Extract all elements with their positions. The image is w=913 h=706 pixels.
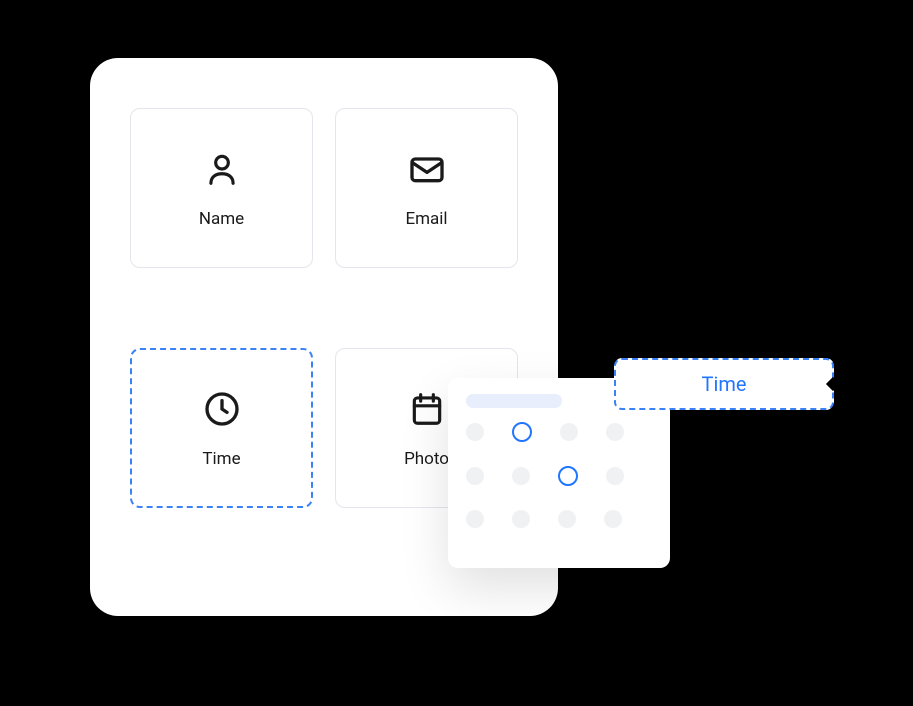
dot[interactable] — [466, 510, 484, 528]
card-time[interactable]: Time — [130, 348, 313, 508]
dot-row — [466, 466, 652, 486]
resize-handle-right[interactable] — [826, 377, 840, 391]
dot[interactable] — [606, 467, 624, 485]
card-name[interactable]: Name — [130, 108, 313, 268]
card-label: Email — [405, 209, 447, 229]
dot-active[interactable] — [512, 422, 532, 442]
card-email[interactable]: Email — [335, 108, 518, 268]
calendar-icon — [405, 387, 449, 431]
envelope-icon — [405, 147, 449, 191]
drag-tag-time[interactable]: Time — [614, 358, 834, 410]
card-label: Time — [202, 449, 240, 469]
card-label: Photo — [404, 449, 449, 469]
dot-active[interactable] — [558, 466, 578, 486]
dot-row — [466, 510, 652, 528]
dot[interactable] — [466, 467, 484, 485]
dot[interactable] — [560, 423, 578, 441]
dot[interactable] — [466, 423, 484, 441]
tag-label: Time — [702, 372, 747, 396]
dot[interactable] — [512, 467, 530, 485]
dot[interactable] — [512, 510, 530, 528]
dot[interactable] — [558, 510, 576, 528]
dot[interactable] — [604, 510, 622, 528]
dot[interactable] — [606, 423, 624, 441]
person-icon — [200, 147, 244, 191]
dot-rows — [466, 422, 652, 528]
card-label: Name — [199, 209, 244, 229]
dot-grid-header-bar — [466, 394, 562, 408]
clock-icon — [200, 387, 244, 431]
dot-row — [466, 422, 652, 442]
